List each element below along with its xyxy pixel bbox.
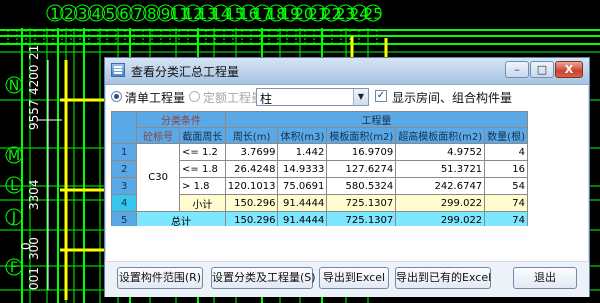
minimize-button[interactable]: – (505, 61, 529, 78)
table-row[interactable]: 1 C30 <= 1.2 3.7699 1.442 16.9709 4.9752… (110, 143, 528, 212)
close-button[interactable]: X (555, 61, 583, 78)
range-cell[interactable]: <= 1.8 (179, 160, 226, 178)
list-quantity-label[interactable]: 清单工程量 (125, 89, 185, 106)
dimension-text: 300 (27, 237, 41, 260)
formwork-area-cell[interactable]: 16.9709 (326, 143, 397, 161)
column-header-volume[interactable]: 体积(m3) (277, 127, 328, 144)
high-formwork-area-cell[interactable]: 299.022 (395, 194, 486, 212)
axis-number-label: 4 (92, 5, 102, 23)
axis-number-label: 1 (50, 5, 60, 23)
column-header-grade[interactable]: 砼标号 (136, 127, 181, 144)
show-room-label[interactable]: 显示房间、组合构件量 (392, 89, 512, 106)
axis-number-label: 5 (105, 5, 115, 23)
component-type-value: 柱 (260, 92, 273, 106)
button-bar: 设置构件范围(R) 设置分类及工程量(S) 导出到Excel 导出到已有的Exc… (105, 261, 589, 297)
formwork-area-cell[interactable]: 127.6274 (326, 160, 397, 178)
dimension-text: 001 (27, 267, 41, 290)
axis-number-label: 2 (64, 5, 74, 23)
group-header-quantity: 工程量 (224, 111, 529, 128)
row-number[interactable]: 4 (110, 194, 138, 212)
axis-number-label: 6 (119, 5, 129, 23)
high-formwork-area-cell[interactable]: 51.3721 (395, 160, 486, 178)
axis-letter-label: L (10, 178, 18, 194)
classified-quantity-dialog: 查看分类汇总工程量 – □ X 清单工程量 定额工程量 柱 ▼ ✓ 显示房间、组… (104, 57, 590, 297)
column-header-formwork-area[interactable]: 模板面积(m2) (326, 127, 397, 144)
exit-button[interactable]: 退出 (513, 267, 577, 289)
row-number[interactable]: 2 (110, 160, 138, 178)
show-room-checkbox[interactable]: ✓ (375, 90, 387, 102)
perimeter-cell[interactable]: 120.1013 (224, 177, 279, 195)
dialog-title: 查看分类汇总工程量 (131, 65, 240, 79)
volume-cell[interactable]: 14.9333 (277, 160, 328, 178)
formwork-area-cell[interactable]: 580.5324 (326, 177, 397, 195)
chevron-down-icon[interactable]: ▼ (353, 89, 368, 105)
volume-cell[interactable]: 75.0691 (277, 177, 328, 195)
column-header-section-perimeter[interactable]: 截面周长 (179, 127, 226, 144)
range-cell[interactable]: <= 1.2 (179, 143, 226, 161)
corner-header-cell (110, 111, 138, 144)
column-header-high-formwork-area[interactable]: 超高模板面积(m2) (395, 127, 486, 144)
quota-quantity-label[interactable]: 定额工程量 (203, 89, 263, 106)
dimension-text: 9557 (27, 99, 41, 130)
group-header-classification: 分类条件 (136, 111, 226, 128)
count-cell[interactable]: 16 (484, 160, 528, 178)
export-excel-button[interactable]: 导出到Excel (319, 267, 389, 289)
dimension-text: 3304 (27, 179, 41, 210)
volume-cell[interactable]: 1.442 (277, 143, 328, 161)
dimension-text: 21 (27, 45, 41, 60)
dialog-title-bar[interactable]: 查看分类汇总工程量 – □ X (105, 58, 589, 85)
axis-number-label: 7 (133, 5, 143, 23)
row-number[interactable]: 3 (110, 177, 138, 195)
options-bar: 清单工程量 定额工程量 柱 ▼ ✓ 显示房间、组合构件量 (105, 84, 589, 110)
high-formwork-area-cell[interactable]: 4.9752 (395, 143, 486, 161)
export-existing-excel-button[interactable]: 导出到已有的Excel (395, 267, 491, 289)
row-number[interactable]: 1 (110, 143, 138, 161)
component-type-select[interactable]: 柱 ▼ (256, 88, 369, 106)
quota-quantity-radio[interactable] (189, 91, 200, 102)
perimeter-cell[interactable]: 150.296 (224, 194, 279, 212)
axis-letter-label: F (10, 260, 18, 276)
subtotal-label[interactable]: 小计 (179, 194, 226, 212)
column-header-perimeter[interactable]: 周长(m) (224, 127, 279, 144)
empty-table-area (111, 226, 581, 259)
high-formwork-area-cell[interactable]: 242.6747 (395, 177, 486, 195)
set-classification-button[interactable]: 设置分类及工程量(S) (211, 267, 316, 289)
set-component-range-button[interactable]: 设置构件范围(R) (117, 267, 203, 289)
count-cell[interactable]: 54 (484, 177, 528, 195)
axis-number-label: 25 (364, 5, 383, 23)
list-quantity-radio[interactable] (111, 91, 122, 102)
axis-number-label: 8 (147, 5, 157, 23)
dimension-text: 4200 (27, 64, 41, 95)
range-cell[interactable]: > 1.8 (179, 177, 226, 195)
axis-number-label: 3 (78, 5, 88, 23)
maximize-button[interactable]: □ (530, 61, 554, 78)
axis-letter-label: J (11, 210, 16, 226)
grade-cell[interactable]: C30 (136, 143, 181, 212)
formwork-area-cell[interactable]: 725.1307 (326, 194, 397, 212)
quantity-table: 分类条件 工程量 砼标号 截面周长 周长(m) 体积(m3) 模板面积(m2) … (110, 111, 529, 229)
app-icon (111, 63, 125, 77)
count-cell[interactable]: 74 (484, 194, 528, 212)
column-header-count[interactable]: 数量(根) (484, 127, 528, 144)
count-cell[interactable]: 4 (484, 143, 528, 161)
perimeter-cell[interactable]: 3.7699 (224, 143, 279, 161)
volume-cell[interactable]: 91.4444 (277, 194, 328, 212)
perimeter-cell[interactable]: 26.4248 (224, 160, 279, 178)
